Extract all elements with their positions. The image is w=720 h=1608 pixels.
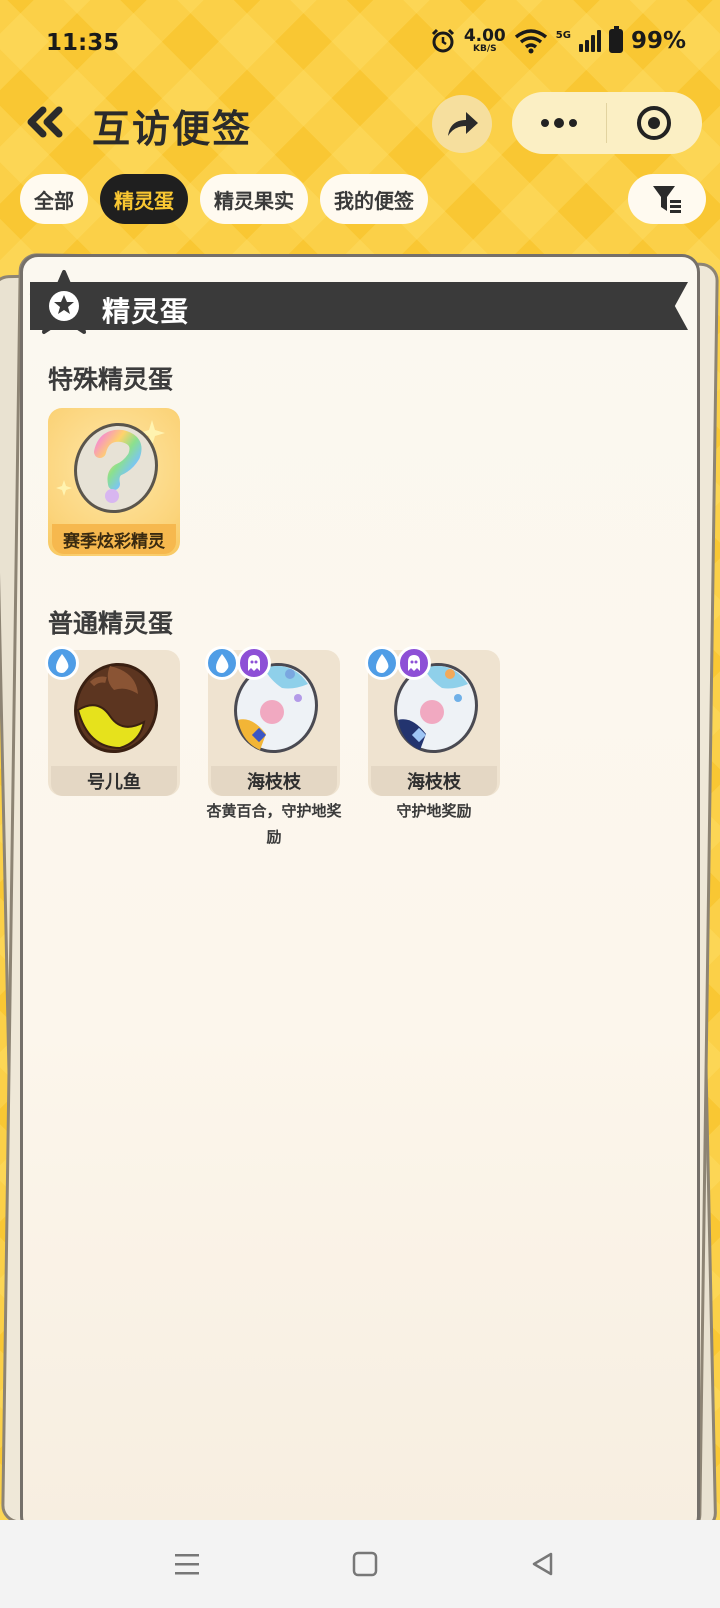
- star-badge-icon: [26, 268, 102, 344]
- page-title: 互访便签: [92, 107, 253, 151]
- status-bar: 11:35 4.00 KB/S 5G 99%: [0, 0, 720, 90]
- tab-eggs[interactable]: 精灵蛋: [100, 174, 188, 224]
- filter-button[interactable]: [628, 174, 706, 224]
- special-eggs-heading: 特殊精灵蛋: [48, 365, 174, 394]
- tab-my-notes[interactable]: 我的便签: [320, 174, 428, 224]
- water-type-icon: [45, 646, 79, 680]
- system-nav-bar: [0, 1520, 720, 1608]
- network-type: 5G: [555, 29, 571, 41]
- back-button[interactable]: [20, 100, 70, 144]
- back-nav-button[interactable]: [519, 1540, 567, 1588]
- ghost-type-icon: [397, 646, 431, 680]
- egg-name-haizhizhi-1: 海枝枝: [211, 766, 337, 796]
- more-button[interactable]: [512, 92, 606, 154]
- share-arrow-icon: [448, 112, 478, 136]
- egg-name-haoeryu: 号儿鱼: [51, 766, 177, 796]
- triangle-back-icon: [532, 1552, 553, 1576]
- normal-eggs-heading: 普通精灵蛋: [48, 609, 174, 638]
- water-type-icon: [365, 646, 399, 680]
- egg-note-haizhizhi-2: 守护地奖励: [396, 802, 472, 820]
- recent-apps-button[interactable]: [163, 1540, 211, 1588]
- mini-program-capsule: [512, 92, 702, 154]
- net-speed-value: 4.00: [463, 26, 506, 46]
- tab-all[interactable]: 全部: [20, 174, 88, 224]
- double-chevron-left-icon: [27, 106, 63, 138]
- net-speed-unit: KB/S: [472, 44, 497, 54]
- tab-fruits[interactable]: 精灵果实: [200, 174, 308, 224]
- status-time: 11:35: [46, 30, 120, 56]
- rainbow-mystery-egg-icon: [56, 420, 165, 514]
- ghost-type-icon: [237, 646, 271, 680]
- more-dots-icon: [541, 118, 577, 128]
- category-tabs: 全部 精灵蛋 精灵果实 我的便签: [20, 174, 428, 224]
- status-icons: 4.00 KB/S 5G 99%: [430, 26, 686, 54]
- water-type-icon: [205, 646, 239, 680]
- signal-icon: [578, 30, 601, 52]
- special-egg-label: 赛季炫彩精灵: [52, 524, 176, 554]
- target-icon: [637, 106, 671, 140]
- wifi-icon: [514, 29, 547, 54]
- header: 互访便签: [0, 88, 720, 158]
- share-button[interactable]: [432, 95, 492, 153]
- egg-note-haizhizhi-1: 杏黄百合，守护地奖励: [206, 802, 342, 846]
- menu-lines-icon: [175, 1554, 199, 1575]
- net-speed: 4.00 KB/S: [464, 28, 506, 54]
- battery-level: 99%: [630, 28, 686, 54]
- battery-icon: [608, 26, 623, 53]
- section-title: 精灵蛋: [102, 295, 190, 328]
- home-button[interactable]: [341, 1540, 389, 1588]
- filter-icon: [653, 186, 681, 213]
- egg-name-haizhizhi-2: 海枝枝: [371, 766, 497, 796]
- square-icon: [352, 1551, 378, 1577]
- alarm-icon: [431, 28, 454, 53]
- close-miniprogram-button[interactable]: [607, 92, 701, 154]
